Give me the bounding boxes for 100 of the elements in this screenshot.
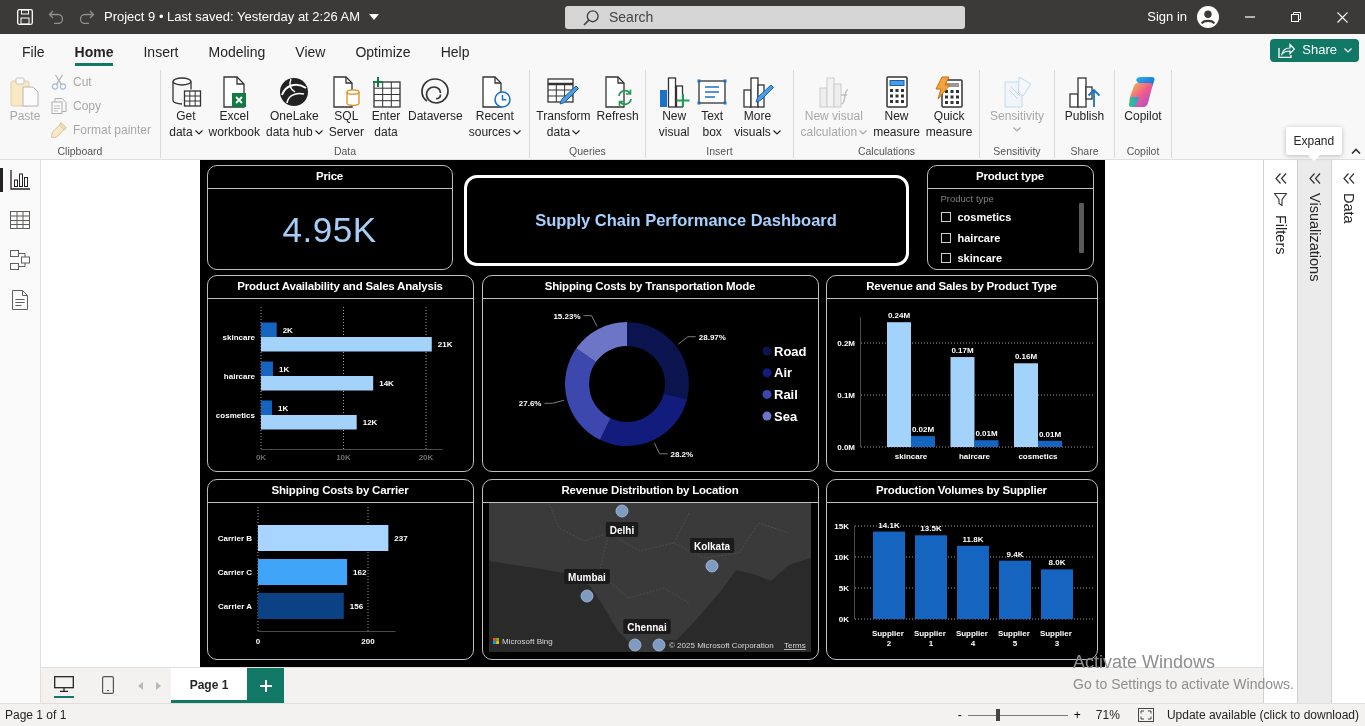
- ribbon-tab[interactable]: File: [22, 39, 45, 66]
- axis-label: skincare: [894, 452, 927, 461]
- restore-icon[interactable]: [1291, 12, 1301, 22]
- file-title-menu[interactable]: Project 9 • Last saved: Yesterday at 2:26 AM: [104, 7, 380, 27]
- data-label: 11.8K: [962, 534, 983, 544]
- mobile-phone-icon[interactable]: [102, 676, 114, 694]
- card-title: Revenue Distribution by Location: [561, 483, 739, 499]
- slider-thumb[interactable]: [995, 709, 1000, 721]
- card-title: Production Volumes by Supplier: [876, 483, 1047, 499]
- axis-label: Supplier 1: [913, 629, 946, 648]
- ribbon-button[interactable]: More visuals: [731, 76, 784, 140]
- axis-tick-label: 5K: [838, 584, 849, 593]
- double-chevron-left-icon[interactable]: [1274, 173, 1287, 184]
- ribbon-tab[interactable]: Optimize: [355, 39, 411, 66]
- leader-line: [543, 399, 564, 404]
- pane-title[interactable]: Visualizations: [1307, 193, 1322, 282]
- ribbon-button[interactable]: Text box: [693, 76, 732, 140]
- double-chevron-left-icon[interactable]: [1342, 173, 1355, 184]
- legend-label: Air: [773, 365, 792, 381]
- ribbon-button[interactable]: New visual: [655, 76, 694, 140]
- card-title: Revenue and Sales by Product Type: [866, 279, 1057, 295]
- ribbon-button[interactable]: SQL Server: [325, 76, 367, 140]
- city-label: Delhi: [605, 522, 638, 537]
- ribbon-button[interactable]: Recent sources: [465, 76, 524, 140]
- leader-line: [653, 442, 668, 455]
- save-icon[interactable]: [17, 9, 33, 25]
- axis-tick-label: 10K: [833, 553, 849, 562]
- filter-icon: [1274, 193, 1287, 206]
- axis-tick-label: 0: [255, 637, 260, 646]
- fit-to-page-icon[interactable]: [1137, 708, 1154, 722]
- ribbon-button[interactable]: OneLake data hub: [262, 76, 326, 140]
- ribbon-tab[interactable]: Help: [440, 39, 470, 66]
- selection-bar: [0, 168, 3, 192]
- share-button[interactable]: Share: [1270, 38, 1359, 62]
- page-tab[interactable]: Page 1: [171, 668, 247, 703]
- zoom-out-control[interactable]: -: [954, 708, 965, 722]
- card-title: Product type: [976, 169, 1044, 185]
- document-icon[interactable]: [10, 290, 30, 310]
- caret-up-icon[interactable]: [1351, 148, 1361, 154]
- share-icon: [1278, 42, 1296, 58]
- bar-chart-icon[interactable]: [10, 170, 30, 190]
- dashboard-title: Supply Chain Performance Dashboard: [535, 210, 837, 232]
- bar-chart-arrow-icon: [1068, 76, 1101, 108]
- sign-in-link[interactable]: Sign in: [1147, 7, 1187, 27]
- axis-label: Supplier 2: [871, 629, 904, 648]
- ribbon-button[interactable]: Get data: [166, 76, 206, 140]
- card-title: Product Availability and Sales Analysis: [237, 279, 443, 295]
- zoom-in-control[interactable]: +: [1070, 708, 1084, 722]
- slicer-option[interactable]: skincare: [957, 250, 1003, 267]
- database-table-icon: [169, 76, 202, 108]
- axis-label: Carrier A: [217, 602, 252, 611]
- table-icon[interactable]: [10, 210, 30, 230]
- data-label: 1K: [277, 403, 288, 413]
- checkbox[interactable]: [940, 212, 951, 223]
- add-page-button[interactable]: [247, 668, 284, 703]
- bar-chart-plus-icon: [658, 76, 691, 108]
- axis-tick-label: 0.0M: [836, 443, 855, 452]
- clipboard-icon: [9, 76, 41, 108]
- ribbon-tab[interactable]: View: [295, 39, 326, 66]
- checkbox[interactable]: [940, 253, 951, 264]
- axis-tick-label: 0K: [255, 453, 266, 462]
- ribbon-button[interactable]: Quick measure: [922, 76, 976, 140]
- slicer-option[interactable]: cosmetics: [957, 209, 1012, 226]
- double-chevron-left-icon[interactable]: [1308, 173, 1321, 184]
- pane-title[interactable]: Data: [1341, 193, 1356, 224]
- group-label: Calculations: [856, 144, 917, 158]
- ribbon-button[interactable]: Publish: [1061, 76, 1108, 124]
- diagram-icon[interactable]: [10, 250, 30, 270]
- data-label: 0.02M: [911, 425, 934, 435]
- pane-title[interactable]: Filters: [1273, 215, 1288, 255]
- data-label: 156: [349, 602, 363, 611]
- desktop-icon[interactable]: [53, 676, 74, 692]
- ribbon-button[interactable]: Excel workbook: [205, 76, 263, 140]
- ribbon-tab[interactable]: Modeling: [208, 39, 266, 66]
- legend-label: Road: [773, 343, 806, 359]
- search-field[interactable]: Search: [565, 5, 965, 29]
- data-label: 27.6%: [518, 399, 541, 409]
- chevron-down-icon: [1344, 47, 1352, 53]
- caret-down-icon: [369, 14, 380, 20]
- axis-label: Supplier 4: [955, 629, 988, 648]
- axis-label: Supplier 5: [997, 629, 1030, 648]
- close-icon[interactable]: [1336, 11, 1348, 23]
- ribbon-button[interactable]: New measure: [870, 76, 923, 140]
- four-squares-icon: [492, 638, 499, 644]
- checkbox[interactable]: [940, 232, 951, 243]
- ribbon-tab[interactable]: Insert: [143, 39, 179, 66]
- card-title: Shipping Costs by Transportation Mode: [544, 279, 756, 295]
- scrollbar[interactable]: [1078, 203, 1084, 253]
- slicer-option[interactable]: haircare: [957, 229, 1001, 246]
- ribbon-button[interactable]: Enter data: [367, 76, 405, 140]
- group-label: Sensitivity: [992, 144, 1042, 158]
- user-avatar-icon[interactable]: [1197, 6, 1219, 28]
- bubble-marker-icon: [628, 638, 641, 652]
- ribbon-button[interactable]: Dataverse: [405, 76, 466, 124]
- axis-label: haircare: [958, 452, 990, 461]
- data-label: 0.01M: [974, 429, 998, 439]
- update-link[interactable]: Update available (click to download): [1166, 706, 1359, 724]
- ribbon-button[interactable]: Copilot: [1121, 76, 1165, 124]
- ribbon-button[interactable]: Refresh: [593, 76, 642, 124]
- ribbon-button[interactable]: Transform data: [533, 76, 594, 140]
